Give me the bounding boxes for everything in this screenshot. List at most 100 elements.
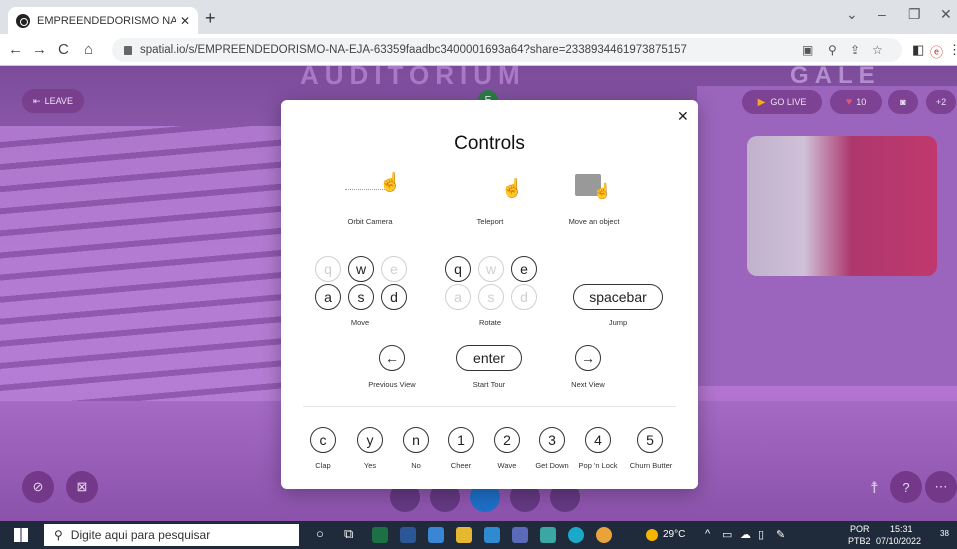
maximize-button[interactable]: ❐ [908,6,921,23]
share-icon[interactable]: ⇪ [850,43,860,57]
zoom-icon[interactable]: ⚲ [828,43,837,57]
live-icon: ▶ [757,96,766,108]
avatar-figure-icon[interactable]: ☨ [870,478,879,498]
menu-icon[interactable]: ⋮ [948,42,957,58]
close-modal-icon[interactable]: ✕ [677,108,689,125]
reload-icon[interactable]: C [58,41,69,58]
key-q-move: q [315,256,341,282]
clock-time[interactable]: 15:31 [890,524,913,534]
app-icon[interactable] [512,527,528,543]
emote-label-cheer: Cheer [450,461,472,470]
auditorium-sign: AUDITORIUM [300,66,526,90]
jump-label: Jump [608,318,628,327]
browser-tab[interactable]: EMPREENDEDORISMO NA EJA | ✕ [8,7,198,34]
tab-close-icon[interactable]: ✕ [180,14,190,28]
help-icon: ? [902,479,910,495]
key-s-move: s [348,284,374,310]
left-wall [0,126,285,446]
sidepanel-icon[interactable]: ◧ [912,42,924,58]
word-icon[interactable] [400,527,416,543]
add-people-button[interactable]: +2 [926,90,956,114]
mic-off-icon: ⊘ [32,479,44,494]
gallery-sign: GALE [790,66,881,89]
notification-count[interactable]: 38 [940,529,949,538]
network-icon[interactable]: ▯ [758,528,764,541]
heart-icon: ♥ [845,96,853,108]
chrome-icon[interactable] [596,527,612,543]
tray-chevron-icon[interactable]: ^ [705,528,710,540]
taskbar-search-field[interactable]: ⚲ Digite aqui para pesquisar [44,524,299,546]
emote-label-wave: Wave [497,461,517,470]
mic-off-button[interactable]: ⊘ [22,471,54,503]
minimize-button[interactable]: – [878,6,886,22]
address-bar-row: ← → C ⌂ spatial.io/s/EMPREENDEDORISMO-NA… [0,34,957,66]
more-icon: ⋯ [934,479,948,494]
key-4: 4 [585,427,611,453]
url-field[interactable]: spatial.io/s/EMPREENDEDORISMO-NA-EJA-633… [112,38,902,62]
teleport-label: Teleport [476,217,504,226]
tab-search-icon[interactable]: ⌄ [846,6,858,23]
bookmark-star-icon[interactable]: ☆ [872,43,883,57]
key-c: c [310,427,336,453]
spatial-favicon-icon [16,13,30,28]
edge-icon[interactable] [568,527,584,543]
key-enter: enter [456,345,522,371]
key-right-arrow: → [575,345,601,371]
orbit-camera-label: Orbit Camera [347,217,393,226]
file-explorer-icon[interactable] [456,527,472,543]
key-1: 1 [448,427,474,453]
cortana-icon[interactable]: ○ [316,526,324,541]
translate-icon[interactable]: ▣ [802,43,813,57]
key-spacebar: spacebar [573,284,663,310]
key-y: y [357,427,383,453]
go-live-button[interactable]: ▶ GO LIVE [742,90,822,114]
key-q-rotate: q [445,256,471,282]
key-w-rotate: w [478,256,504,282]
key-a-move: a [315,284,341,310]
key-d-rotate: d [511,284,537,310]
key-e-rotate: e [511,256,537,282]
leave-button[interactable]: ⇤ LEAVE [22,89,84,113]
battery-icon[interactable]: ▭ [722,528,732,541]
windows-start-icon[interactable] [14,528,28,542]
back-icon[interactable]: ← [8,41,23,58]
clock-date[interactable]: 07/10/2022 [876,536,921,546]
move-object-label: Move an object [568,217,620,226]
key-3: 3 [539,427,565,453]
weather-icon [646,529,658,541]
camera-button[interactable]: ◙ [888,90,918,114]
key-n: n [403,427,429,453]
windows-taskbar: ⚲ Digite aqui para pesquisar ○ ⧉ 29°C ^ … [0,521,957,549]
help-button[interactable]: ? [890,471,922,503]
move-label: Move [350,318,370,327]
close-window-button[interactable]: ✕ [940,6,952,23]
divider [303,406,676,407]
excel-icon[interactable] [372,527,388,543]
skype-icon[interactable] [428,527,444,543]
cloud-icon[interactable]: ☁ [740,528,751,541]
tunnel-opening [747,136,937,276]
more-options-button[interactable]: ⋯ [925,471,957,503]
tab-title: EMPREENDEDORISMO NA EJA | [37,14,176,27]
language-bottom[interactable]: PTB2 [848,536,871,546]
emote-label-churn-butter: Churn Butter [629,461,673,470]
app-icon-2[interactable] [540,527,556,543]
camera-icon: ◙ [900,97,906,107]
pointer-hand-icon: ☝ [501,178,524,198]
home-icon[interactable]: ⌂ [84,41,93,58]
key-2: 2 [494,427,520,453]
language-top[interactable]: POR [850,524,870,534]
extension-icon[interactable]: ⓔ [930,42,943,61]
orbit-hand-icon: ☝ [379,172,402,192]
likes-button[interactable]: ♥ 10 [830,90,882,114]
temperature[interactable]: 29°C [663,529,685,540]
store-icon[interactable] [484,527,500,543]
pen-icon[interactable]: ✎ [776,528,785,541]
key-e-move: e [381,256,407,282]
move-hand-icon: ☝ [593,183,612,200]
forward-icon[interactable]: → [32,41,47,58]
url-text: spatial.io/s/EMPREENDEDORISMO-NA-EJA-633… [140,44,687,56]
new-tab-button[interactable]: + [205,8,216,29]
video-off-button[interactable]: ⊠ [66,471,98,503]
task-view-icon[interactable]: ⧉ [344,526,353,542]
